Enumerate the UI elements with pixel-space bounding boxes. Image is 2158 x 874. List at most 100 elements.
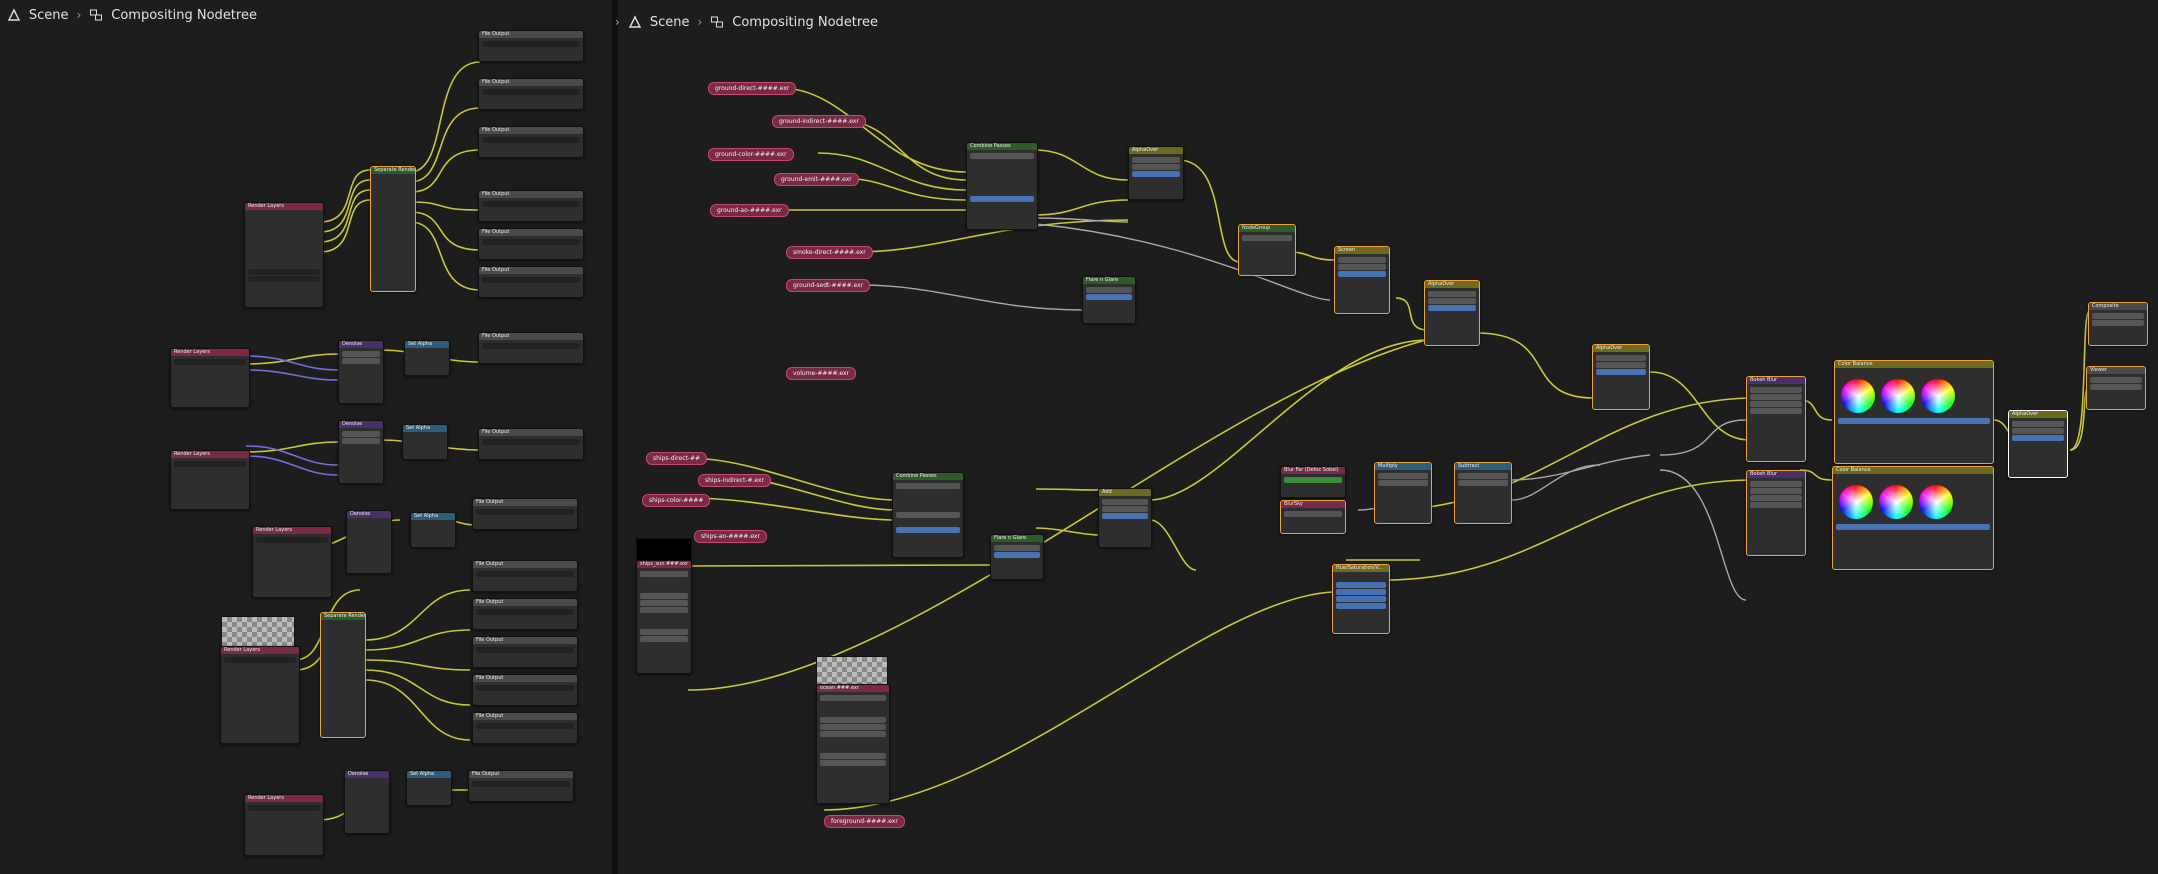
reroute-node[interactable]: foreground-####.exr: [824, 815, 905, 828]
fac-field[interactable]: [2012, 435, 2064, 441]
variable-size-toggle[interactable]: [1750, 387, 1802, 393]
node-canvas[interactable]: File Output File Output File Output File…: [0, 0, 2158, 874]
reroute-node[interactable]: ground-direct-####.exr: [708, 82, 797, 95]
quality-field[interactable]: [342, 438, 380, 444]
reroute-node[interactable]: ground-color-####.exr: [708, 148, 794, 161]
scene-field[interactable]: [224, 657, 296, 663]
gain-wheel[interactable]: [1919, 485, 1953, 519]
path-field[interactable]: [482, 89, 580, 95]
clamp-toggle[interactable]: [1338, 264, 1386, 270]
path-field[interactable]: [482, 239, 580, 245]
ao-factor-field[interactable]: [896, 527, 960, 533]
offset-field[interactable]: [820, 731, 886, 737]
mist-field[interactable]: [896, 512, 960, 518]
fac-field[interactable]: [1428, 305, 1476, 311]
combine-passes-node[interactable]: Combine Passes: [966, 142, 1038, 230]
group-selector[interactable]: [1086, 287, 1132, 293]
reroute-node[interactable]: ground-indirect-####.exr: [772, 115, 866, 128]
value-field[interactable]: [1336, 596, 1386, 602]
lift-wheel[interactable]: [1841, 379, 1875, 413]
fac-field[interactable]: [1336, 603, 1386, 609]
fac-field[interactable]: [1836, 524, 1990, 530]
reroute-node[interactable]: smoke-direct-####.exr: [786, 246, 873, 259]
path-field[interactable]: [472, 781, 570, 787]
alpha-field[interactable]: [820, 760, 886, 766]
convert-premul-toggle[interactable]: [1428, 291, 1476, 297]
clamp-toggle[interactable]: [1102, 506, 1148, 512]
file-output-node[interactable]: File Output: [478, 228, 584, 260]
premul-field[interactable]: [1132, 164, 1180, 170]
file-output-node[interactable]: File Output: [478, 332, 584, 364]
blend-mode-select[interactable]: [1102, 499, 1148, 505]
file-output-node[interactable]: File Output: [472, 636, 578, 668]
scene-field[interactable]: [248, 269, 320, 275]
reroute-node[interactable]: ground-ao-####.exr: [710, 204, 789, 217]
alpha-over-node[interactable]: AlphaOver: [1592, 344, 1650, 410]
group-selector[interactable]: [994, 545, 1040, 551]
frames-field[interactable]: [820, 717, 886, 723]
premul-field[interactable]: [1428, 298, 1476, 304]
fac-field[interactable]: [1102, 513, 1148, 519]
path-field[interactable]: [482, 137, 580, 143]
value-field[interactable]: [1284, 511, 1342, 517]
denoise-node[interactable]: Denoise: [338, 420, 384, 484]
bokeh-blur-node[interactable]: Bokeh Blur: [1746, 376, 1806, 462]
fac-field[interactable]: [1838, 418, 1990, 424]
file-output-node[interactable]: File Output: [478, 78, 584, 110]
file-output-node[interactable]: File Output: [472, 560, 578, 592]
set-alpha-node[interactable]: Set Alpha: [410, 512, 456, 548]
composite-node[interactable]: Composite: [2088, 302, 2148, 346]
breadcrumb-scene[interactable]: Scene: [29, 8, 69, 23]
blur-far-node[interactable]: Blur Far (Defoc Sobel): [1280, 466, 1346, 498]
hue-field[interactable]: [1336, 582, 1386, 588]
file-output-node[interactable]: File Output: [472, 498, 578, 530]
set-alpha-node[interactable]: Set Alpha: [402, 424, 448, 460]
file-output-node[interactable]: File Output: [472, 598, 578, 630]
offset-field[interactable]: [640, 607, 688, 613]
use-alpha-toggle[interactable]: [2092, 313, 2144, 319]
image-selector[interactable]: [640, 571, 688, 577]
path-field[interactable]: [476, 723, 574, 729]
scene-field[interactable]: [256, 537, 328, 543]
render-layers-node[interactable]: Render Layers: [220, 646, 300, 744]
fac-field[interactable]: [1338, 271, 1386, 277]
breadcrumb-tree[interactable]: Compositing Nodetree: [732, 15, 878, 30]
max-blur-field[interactable]: [1750, 488, 1802, 494]
group-selector[interactable]: [896, 483, 960, 489]
bounding-field[interactable]: [1750, 502, 1802, 508]
blend-mode-select[interactable]: [1338, 257, 1386, 263]
render-layers-node[interactable]: Render Layers: [244, 202, 324, 308]
bokeh-blur-node[interactable]: Bokeh Blur: [1746, 470, 1806, 556]
blur-field[interactable]: [1086, 294, 1132, 300]
operation-select[interactable]: [1458, 473, 1508, 479]
path-field[interactable]: [476, 509, 574, 515]
variable-size-toggle[interactable]: [1750, 481, 1802, 487]
subtract-node[interactable]: Subtract: [1454, 462, 1512, 524]
color-balance-node[interactable]: Color Balance: [1834, 360, 1994, 464]
scene-field[interactable]: [174, 359, 246, 365]
bounding-field[interactable]: [1750, 408, 1802, 414]
alpha-field[interactable]: [2090, 384, 2142, 390]
prefilter-field[interactable]: [342, 431, 380, 437]
file-output-node[interactable]: File Output: [478, 30, 584, 62]
reroute-node[interactable]: ships-color-####: [642, 494, 711, 507]
start-frame-field[interactable]: [640, 600, 688, 606]
path-field[interactable]: [482, 343, 580, 349]
start-frame-field[interactable]: [820, 724, 886, 730]
group-selector[interactable]: [970, 153, 1034, 159]
reroute-node[interactable]: volume-####.exr: [786, 367, 857, 380]
max-blur-field[interactable]: [1750, 394, 1802, 400]
layer-field[interactable]: [248, 276, 320, 282]
file-output-node[interactable]: File Output: [478, 428, 584, 460]
gamma-wheel[interactable]: [1881, 379, 1915, 413]
value-field[interactable]: [1284, 477, 1342, 483]
saturation-field[interactable]: [1336, 589, 1386, 595]
path-field[interactable]: [476, 647, 574, 653]
denoise-node[interactable]: Denoise: [346, 510, 392, 574]
hue-saturation-node[interactable]: Hue/Saturation/V...: [1332, 564, 1390, 634]
premul-field[interactable]: [1596, 362, 1646, 368]
breadcrumb-tree[interactable]: Compositing Nodetree: [111, 8, 257, 23]
blur-sky-node[interactable]: BlurSky: [1280, 500, 1346, 534]
scene-field[interactable]: [248, 805, 320, 811]
prefilter-field[interactable]: [342, 351, 380, 357]
